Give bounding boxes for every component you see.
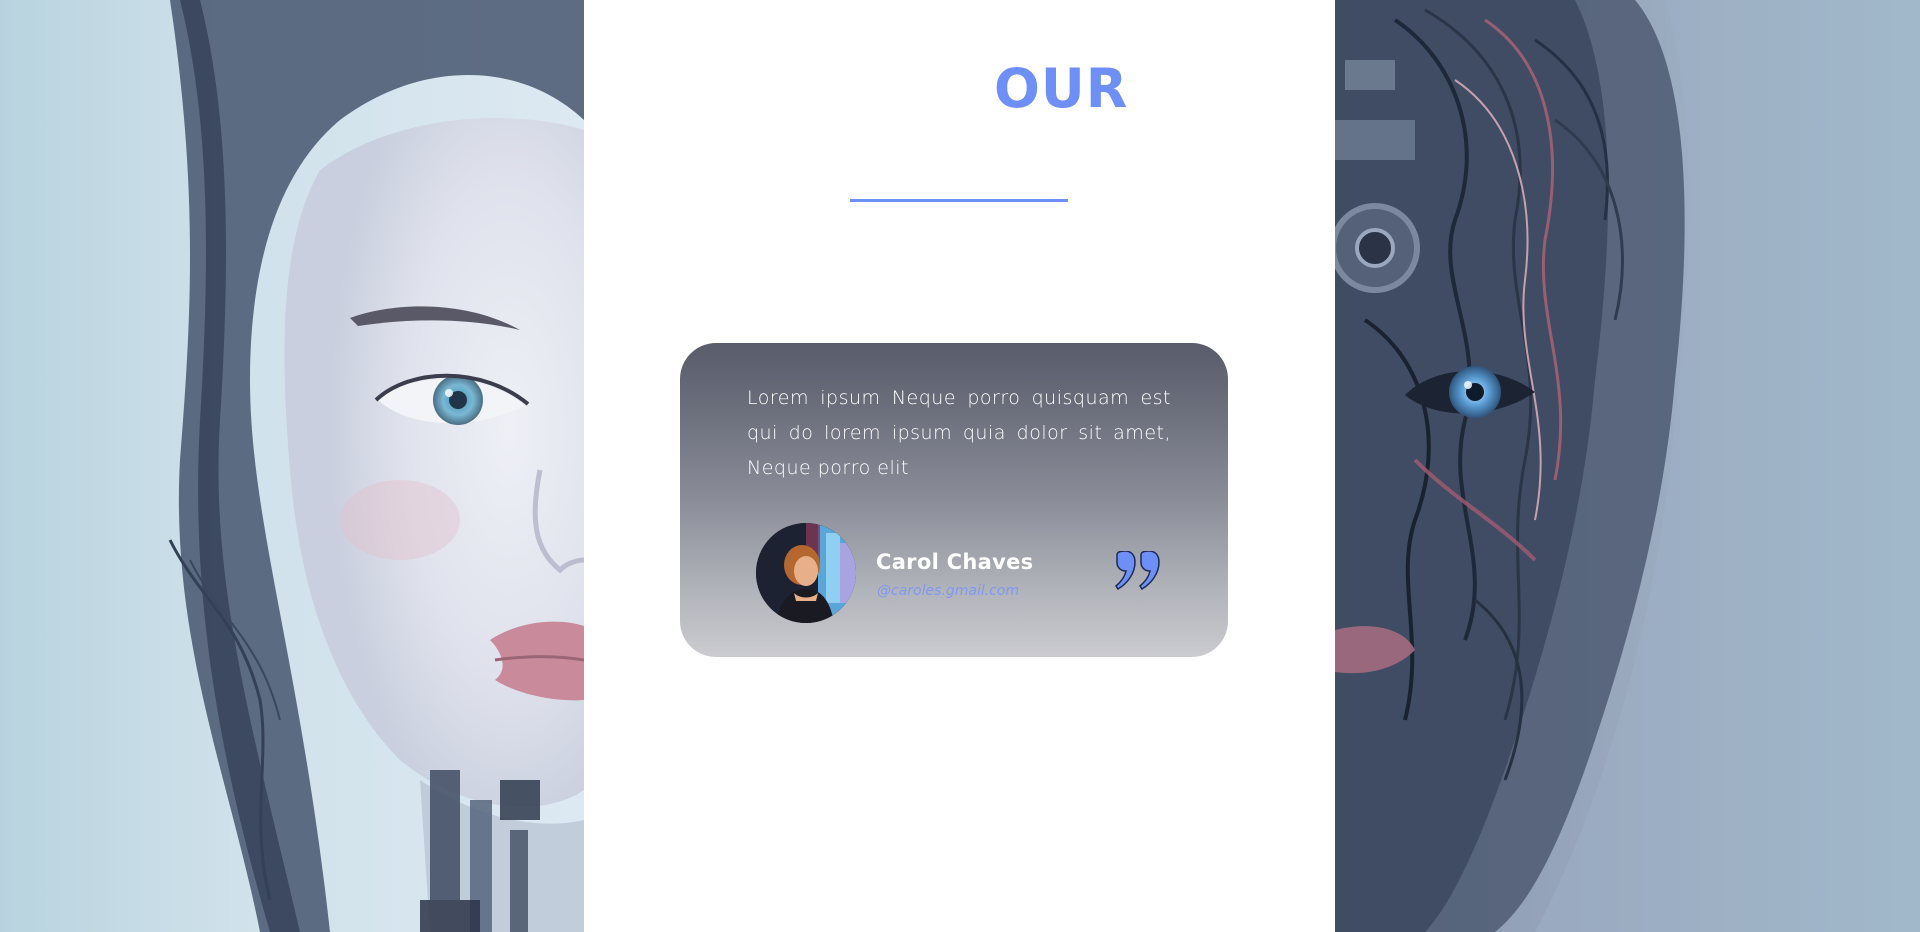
landing-section: OUR Lorem ipsum Neque porro quisquam est…	[0, 0, 1920, 932]
robot-face-image	[1335, 0, 1920, 932]
closing-quote-icon	[1115, 551, 1160, 591]
testimonial-card: Lorem ipsum Neque porro quisquam est qui…	[680, 343, 1228, 657]
author-avatar	[756, 523, 856, 623]
testimonial-quote: Lorem ipsum Neque porro quisquam est qui…	[747, 387, 1171, 479]
author-email: @caroles.gmail.com	[877, 583, 1020, 599]
testimonial-section: OUR Lorem ipsum Neque porro quisquam est…	[584, 0, 1335, 932]
author-name: Carol Chaves	[876, 550, 1034, 574]
section-title: OUR	[994, 57, 1129, 120]
title-underline	[850, 199, 1068, 202]
human-face-image	[0, 0, 584, 932]
